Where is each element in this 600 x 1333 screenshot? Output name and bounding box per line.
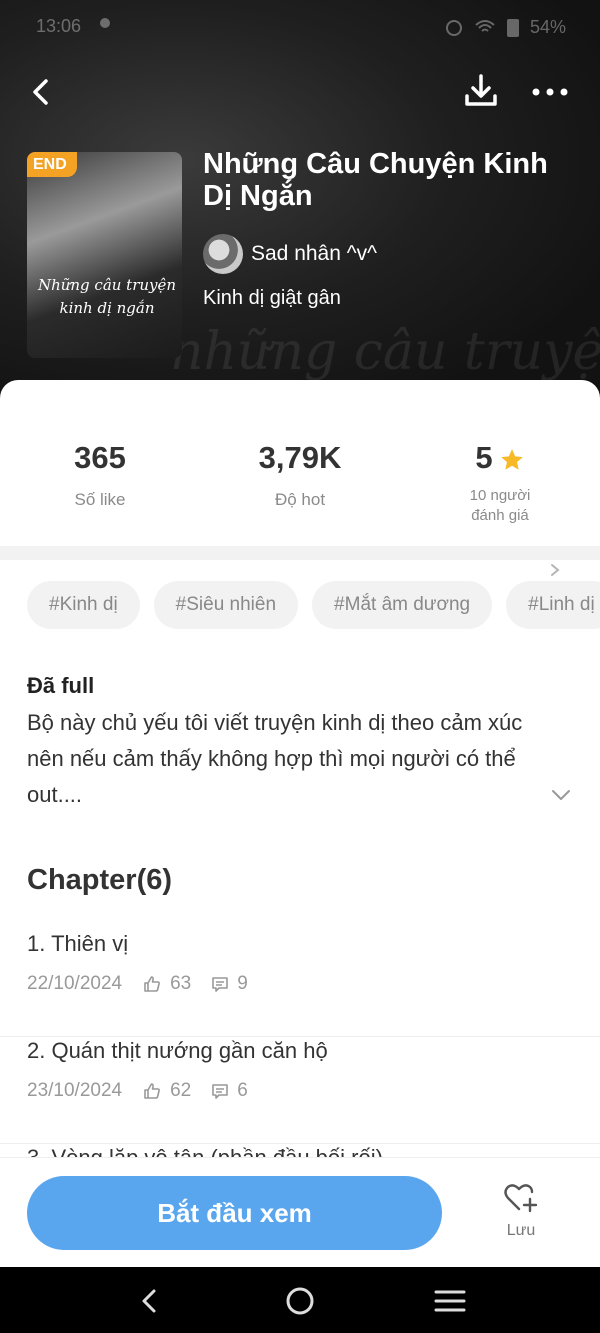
wifi-icon [475, 20, 495, 32]
end-badge: END [27, 152, 77, 177]
more-options-button[interactable] [528, 72, 572, 112]
star-icon [500, 448, 523, 470]
start-reading-button[interactable]: Bắt đầu xem [27, 1176, 442, 1250]
detail-sheet: 365 Số like 3,79K Độ hot 5 10 người đánh… [0, 380, 600, 1267]
tag-chip[interactable]: #Mắt âm dương [312, 581, 493, 629]
rating-label-line1: 10 người [469, 487, 531, 504]
system-home-button[interactable] [284, 1285, 316, 1317]
book-title: Những Câu Chuyện Kinh Dị Ngắn [203, 148, 548, 212]
hot-label: Độ hot [274, 490, 326, 509]
chapter-comments: 6 [237, 1080, 248, 1101]
battery-icon [506, 19, 519, 37]
chapter-item[interactable]: 1. Thiên vị 22/10/2024 63 9 [0, 931, 600, 1037]
likes-label: Số like [74, 490, 126, 509]
status-bar: 13:06 54% [0, 0, 600, 56]
cover-title-line1: Những câu truyện [37, 276, 177, 294]
section-divider [0, 546, 600, 560]
tag-chip[interactable]: #Kinh dị [27, 581, 140, 629]
system-recents-button[interactable] [434, 1285, 466, 1317]
hero-background-text: những câu truyện [170, 322, 600, 382]
settings-status-icon [100, 18, 110, 28]
hot-value: 3,79K [258, 440, 342, 475]
chapter-date: 22/10/2024 [27, 973, 123, 994]
chapter-title[interactable]: 1. Thiên vị [27, 931, 128, 957]
chapter-meta: 23/10/2024 62 6 [27, 1080, 248, 1102]
battery-percent: 54% [529, 16, 566, 37]
description-text: Bộ này chủ yếu tôi viết truyện kinh dị t… [27, 710, 523, 807]
save-button[interactable]: Lưu [486, 1182, 556, 1240]
rating-label: 10 người đánh giá [400, 486, 600, 526]
system-nav-bar [0, 1267, 600, 1333]
status-icons: 54% [444, 16, 566, 38]
stat-rating[interactable]: 5 10 người đánh giá [400, 440, 600, 526]
description: Đã full Bộ này chủ yếu tôi viết truyện k… [27, 673, 547, 813]
comment-icon [212, 1084, 229, 1099]
download-button[interactable] [460, 70, 502, 112]
comment-icon [212, 977, 229, 992]
top-nav [0, 68, 600, 116]
author-avatar[interactable] [203, 234, 243, 274]
stats-row: 365 Số like 3,79K Độ hot 5 10 người đánh… [0, 440, 600, 576]
author-row[interactable]: Sad nhân ^v^ [203, 233, 377, 275]
thumbs-up-icon [144, 1083, 161, 1099]
system-back-button[interactable] [134, 1285, 166, 1317]
author-name[interactable]: Sad nhân ^v^ [251, 242, 377, 266]
chapter-likes: 63 [170, 973, 192, 994]
book-genre: Kinh dị giật gân [203, 287, 341, 309]
cover-title: Những câu truyện kinh dị ngắn [37, 274, 177, 321]
chapter-date: 23/10/2024 [27, 1080, 123, 1101]
chapter-title[interactable]: 2. Quán thịt nướng gần căn hộ [27, 1038, 328, 1064]
alarm-icon [445, 20, 462, 36]
chapter-list-heading: Chapter(6) [27, 864, 173, 896]
heart-plus-icon [504, 1184, 538, 1213]
thumbs-up-icon [144, 976, 161, 992]
stat-hot: 3,79K Độ hot [200, 440, 400, 510]
rating-value: 5 [475, 440, 493, 475]
expand-chevron-down-icon[interactable] [550, 788, 572, 802]
tag-list: #Kinh dị #Siêu nhiên #Mắt âm dương #Linh dị [27, 581, 600, 631]
cover-title-line2: kinh dị ngắn [59, 299, 155, 318]
likes-value: 365 [74, 440, 126, 475]
status-time: 13:06 [36, 16, 82, 36]
completion-status: Đã full [27, 673, 95, 698]
bottom-action-bar: Bắt đầu xem Lưu [0, 1157, 600, 1267]
chapter-meta: 22/10/2024 63 9 [27, 973, 248, 995]
book-cover[interactable]: Những câu truyện kinh dị ngắn [27, 152, 182, 358]
rating-label-line2: đánh giá [471, 507, 529, 524]
back-button[interactable] [22, 72, 62, 112]
stat-likes: 365 Số like [0, 440, 200, 510]
chapter-item[interactable]: 2. Quán thịt nướng gần căn hộ 23/10/2024… [0, 1038, 600, 1144]
tag-chip[interactable]: #Siêu nhiên [153, 581, 299, 629]
chevron-right-icon[interactable] [548, 562, 562, 578]
hero-header: những câu truyện 13:06 54% Những câu tru… [0, 0, 600, 400]
tag-chip[interactable]: #Linh dị [506, 581, 600, 629]
rating-value-row: 5 [400, 440, 600, 476]
chapter-likes: 62 [170, 1080, 192, 1101]
chapter-comments: 9 [237, 973, 248, 994]
save-label: Lưu [506, 1222, 536, 1239]
